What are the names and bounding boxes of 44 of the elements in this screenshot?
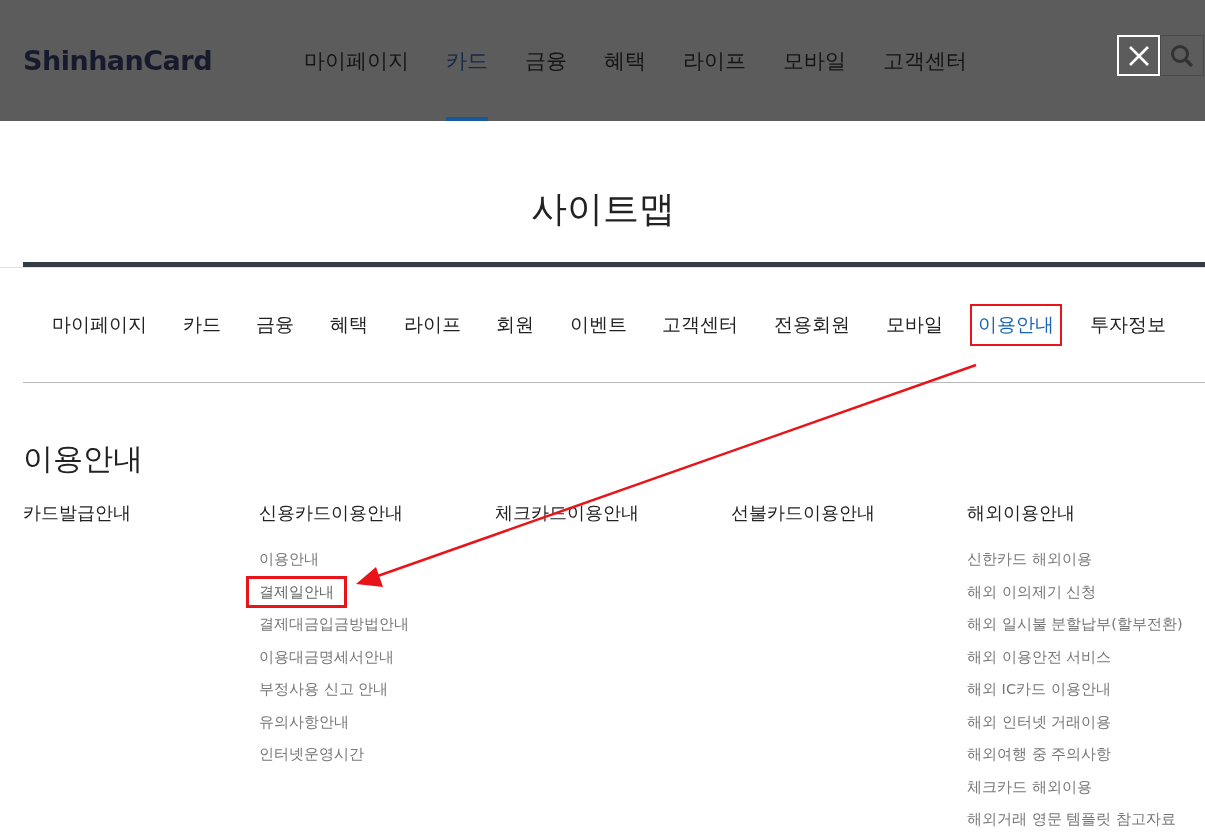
sitemap-link[interactable]: 이용대금명세서안내: [246, 640, 407, 673]
category-tab[interactable]: 모바일: [877, 304, 951, 346]
sitemap-link[interactable]: 체크카드 해외이용: [954, 770, 1105, 803]
column-heading[interactable]: 해외이용안내: [967, 501, 1203, 543]
category-tab[interactable]: 마이페이지: [44, 304, 155, 346]
sitemap-link[interactable]: 부정사용 신고 안내: [246, 673, 402, 706]
category-tab[interactable]: 회원: [488, 304, 543, 346]
category-tab[interactable]: 투자정보: [1081, 304, 1174, 346]
logo[interactable]: ShinhanCard: [23, 45, 281, 76]
category-tab[interactable]: 이용안내: [970, 304, 1063, 346]
sitemap-link[interactable]: 해외여행 중 주의사항: [954, 738, 1125, 771]
sitemap-link[interactable]: 결제일안내: [246, 575, 347, 608]
column-heading[interactable]: 카드발급안내: [23, 501, 259, 543]
category-tab[interactable]: 카드: [174, 304, 229, 346]
close-icon: [1127, 44, 1150, 67]
category-tab[interactable]: 금융: [248, 304, 303, 346]
sitemap-link[interactable]: 해외 일시불 분할납부(할부전환): [954, 608, 1196, 641]
nav-item[interactable]: 마이페이지: [304, 0, 409, 121]
column-heading[interactable]: 선불카드이용안내: [731, 501, 967, 543]
search-icon: [1170, 43, 1194, 68]
sitemap-link[interactable]: 해외거래 영문 템플릿 참고자료: [954, 803, 1189, 836]
sitemap-link[interactable]: 신한카드 해외이용: [954, 543, 1105, 576]
sitemap-link[interactable]: 해외 이용안전 서비스: [954, 640, 1125, 673]
sitemap-link[interactable]: 해외 인터넷 거래이용: [954, 705, 1125, 738]
nav-item[interactable]: 고객센터: [883, 0, 967, 121]
category-tab[interactable]: 고객센터: [654, 304, 747, 346]
sitemap-link[interactable]: 유의사항안내: [246, 705, 362, 738]
category-tab[interactable]: 라이프: [395, 304, 469, 346]
sitemap-link[interactable]: 해외 IC카드 이용안내: [954, 673, 1124, 706]
nav-item[interactable]: 금융: [525, 0, 567, 121]
section-title: 이용안내: [23, 440, 144, 478]
sitemap-link[interactable]: 이용안내: [246, 543, 332, 576]
sitemap-link[interactable]: 해외 이의제기 신청: [954, 575, 1110, 608]
category-tab[interactable]: 전용회원: [766, 304, 858, 346]
nav-item[interactable]: 모바일: [783, 0, 846, 121]
category-tab[interactable]: 혜택: [321, 304, 376, 346]
sitemap-link[interactable]: 인터넷운영시간: [246, 738, 377, 771]
page-title: 사이트맵: [529, 187, 676, 231]
sitemap-link[interactable]: 결제대금입금방법안내: [246, 608, 422, 641]
column-heading[interactable]: 신용카드이용안내: [259, 501, 495, 543]
nav-item[interactable]: 혜택: [604, 0, 646, 121]
category-tab[interactable]: 이벤트: [561, 304, 635, 346]
close-button[interactable]: [1117, 35, 1160, 76]
nav-item[interactable]: 라이프: [683, 0, 746, 121]
